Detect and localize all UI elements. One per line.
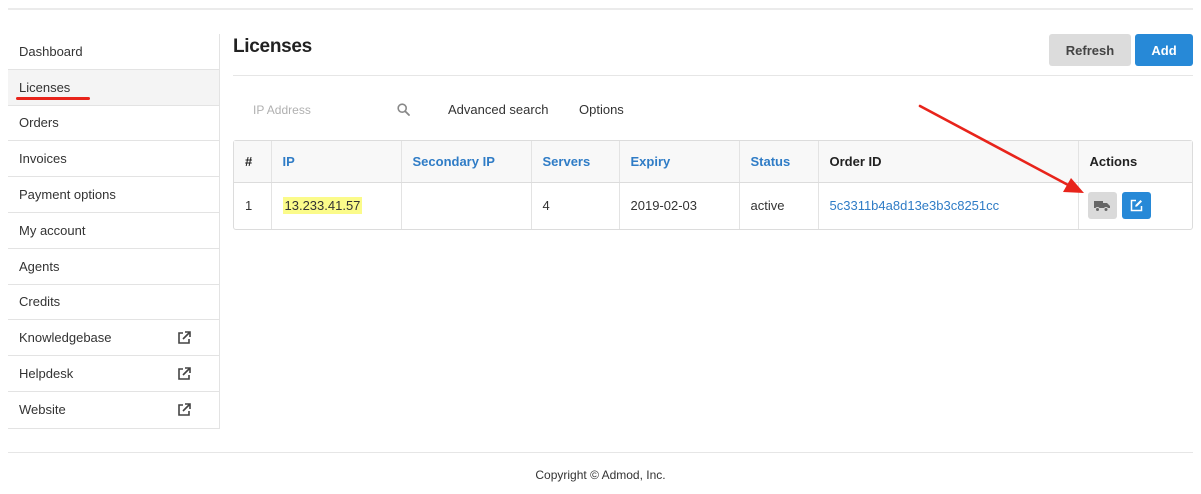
sidebar-item-label: Website: [19, 402, 66, 418]
advanced-search-link[interactable]: Advanced search: [448, 102, 548, 117]
add-button[interactable]: Add: [1135, 34, 1193, 66]
sidebar-item-helpdesk[interactable]: Helpdesk: [8, 356, 219, 392]
sidebar-item-label: Payment options: [19, 187, 116, 203]
refresh-button[interactable]: Refresh: [1049, 34, 1131, 66]
options-link[interactable]: Options: [579, 102, 624, 117]
cell-expiry: 2019-02-03: [619, 182, 740, 229]
sidebar-item-invoices[interactable]: Invoices: [8, 141, 219, 178]
external-link-icon: [178, 330, 191, 344]
sidebar-item-label: Invoices: [19, 151, 67, 167]
sidebar: Dashboard Licenses Orders Invoices Payme…: [8, 34, 220, 429]
sidebar-item-label: Knowledgebase: [19, 330, 112, 346]
sidebar-item-label: Agents: [19, 258, 60, 274]
cell-actions: [1078, 182, 1192, 229]
table-row: 1 13.233.41.57 4 2019-02-03 active 5c331…: [234, 182, 1192, 229]
footer-copyright: Copyright © Admod, Inc.: [535, 468, 666, 482]
ip-value: 13.233.41.57: [282, 197, 363, 215]
cell-order-id: 5c3311b4a8d13e3b3c8251cc: [818, 182, 1079, 229]
sidebar-item-dashboard[interactable]: Dashboard: [8, 34, 219, 70]
edit-button[interactable]: [1122, 192, 1152, 220]
search-icon[interactable]: [397, 103, 410, 116]
sidebar-item-licenses[interactable]: Licenses: [8, 69, 219, 106]
cell-status: active: [739, 182, 819, 229]
table-header-row: # IP Secondary IP Servers Expiry Status …: [234, 141, 1192, 183]
top-divider: [8, 8, 1193, 10]
title-divider: [233, 75, 1193, 76]
sidebar-item-website[interactable]: Website: [8, 392, 219, 428]
external-link-icon: [178, 366, 191, 380]
footer-divider: [8, 452, 1193, 453]
licenses-table: # IP Secondary IP Servers Expiry Status …: [233, 140, 1193, 230]
sidebar-item-knowledgebase[interactable]: Knowledgebase: [8, 320, 219, 357]
sidebar-item-label: Helpdesk: [19, 366, 74, 382]
annotation-underline: [16, 96, 90, 100]
cell-ip: 13.233.41.57: [271, 182, 402, 229]
column-header-order-id: Order ID: [818, 141, 1079, 183]
cell-servers: 4: [531, 182, 620, 229]
sidebar-item-label: Dashboard: [19, 43, 83, 59]
cell-secondary-ip: [401, 182, 532, 229]
column-header-expiry[interactable]: Expiry: [619, 141, 740, 183]
external-link-icon: [178, 403, 191, 416]
sidebar-item-label: My account: [19, 222, 86, 238]
edit-icon: [1130, 200, 1143, 212]
sidebar-item-label: Credits: [19, 294, 61, 310]
sidebar-item-label: Licenses: [19, 79, 71, 95]
column-header-status[interactable]: Status: [739, 141, 819, 183]
sidebar-item-credits[interactable]: Credits: [8, 285, 219, 321]
sidebar-item-my-account[interactable]: My account: [8, 213, 219, 249]
column-header-ip[interactable]: IP: [271, 141, 402, 183]
truck-button[interactable]: [1087, 192, 1117, 220]
page-title: Licenses: [233, 36, 312, 57]
column-header-actions: Actions: [1078, 141, 1192, 183]
order-id-link[interactable]: 5c3311b4a8d13e3b3c8251cc: [830, 198, 1000, 213]
sidebar-item-orders[interactable]: Orders: [8, 106, 219, 142]
sidebar-item-payment-options[interactable]: Payment options: [8, 177, 219, 213]
sidebar-item-agents[interactable]: Agents: [8, 249, 219, 285]
truck-icon: [1094, 200, 1110, 212]
column-header-number: #: [234, 141, 272, 183]
cell-number: 1: [234, 182, 272, 229]
ip-address-search-input[interactable]: [244, 97, 414, 123]
column-header-secondary-ip[interactable]: Secondary IP: [401, 141, 532, 183]
sidebar-item-label: Orders: [19, 115, 59, 131]
column-header-servers[interactable]: Servers: [531, 141, 620, 183]
